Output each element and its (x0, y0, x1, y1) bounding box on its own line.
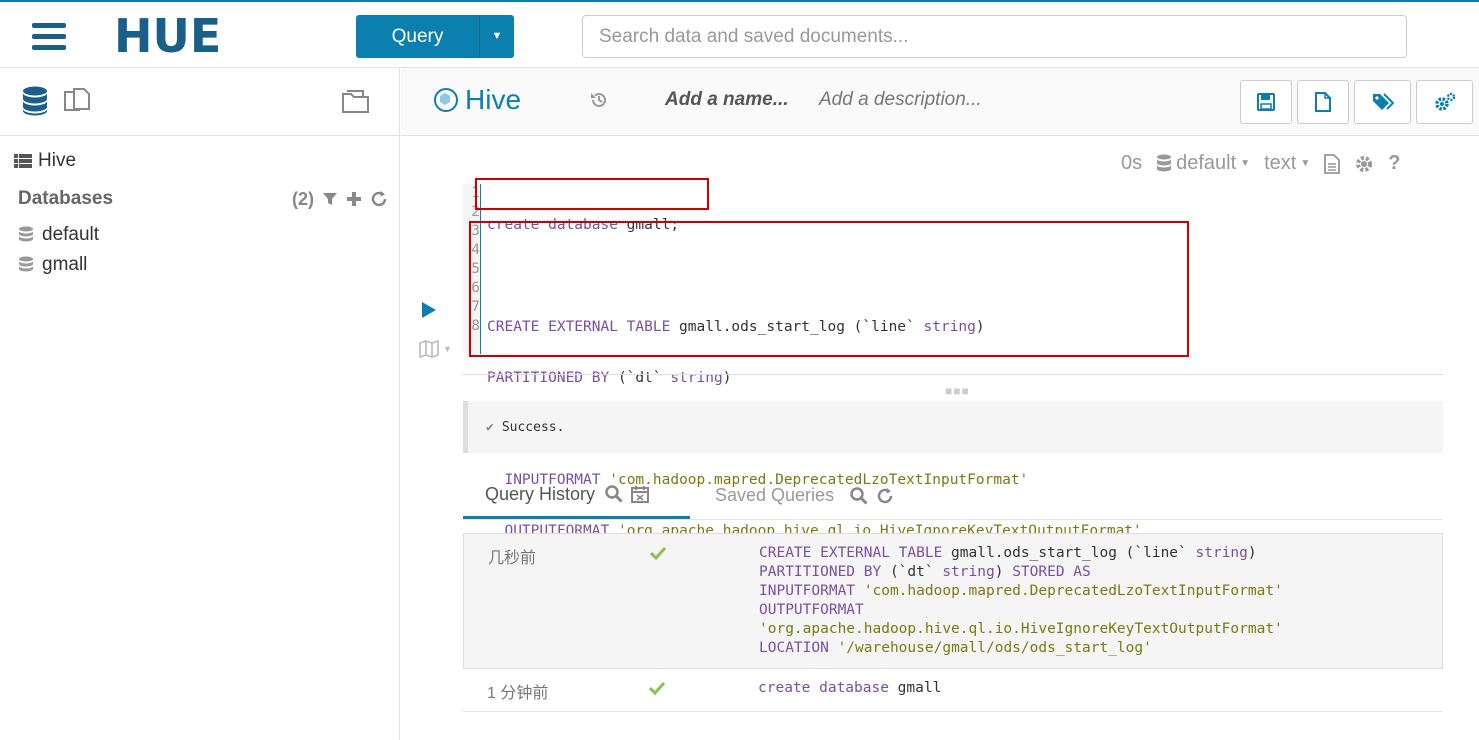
execution-time: 0s (1121, 152, 1143, 174)
map-icon-shape (419, 340, 439, 358)
history-query[interactable]: CREATE EXTERNAL TABLE gmall.ods_start_lo… (759, 544, 1283, 658)
check-icon (648, 681, 666, 700)
hive-icon (434, 88, 458, 112)
table-icon (14, 154, 32, 168)
editor-type-label: Hive (465, 84, 522, 115)
tab-query-history[interactable]: Query History (463, 472, 690, 519)
check-icon-shape (648, 681, 666, 696)
history-query[interactable]: create database gmall (758, 679, 941, 698)
tree-root-hive[interactable]: Hive (14, 150, 76, 172)
hamburger-icon[interactable] (32, 23, 66, 50)
editor-divider (463, 374, 1443, 375)
highlight-box (469, 221, 1189, 357)
database-icon (1157, 154, 1172, 171)
check-icon (649, 546, 667, 565)
database-selector-label[interactable]: default (1176, 152, 1236, 175)
gear-icon[interactable] (1354, 154, 1374, 174)
highlight-box (475, 178, 709, 210)
chevron-down-icon[interactable]: ▼ (443, 344, 452, 354)
database-item-label[interactable]: default (42, 224, 99, 246)
code-editor[interactable]: 1 2 3 4 5 6 7 8 create database gmall; C… (463, 178, 1443, 590)
settings-icon (1434, 92, 1455, 111)
editor-type-title: Hive (433, 84, 521, 116)
refresh-icon[interactable] (876, 487, 894, 505)
save-button[interactable] (1240, 80, 1292, 124)
chevron-down-icon[interactable]: ▼ (480, 15, 514, 58)
hue-logo[interactable]: HUE (114, 14, 250, 58)
settings-button[interactable] (1416, 80, 1473, 124)
editor-main: Hive Add a name... Add a description... … (401, 68, 1479, 740)
format-selector-label[interactable]: text (1264, 152, 1296, 175)
new-document-icon (1315, 92, 1331, 112)
database-icon (19, 226, 33, 242)
refresh-icon[interactable] (370, 190, 388, 208)
question-icon[interactable]: ? (1388, 152, 1400, 175)
folder-icon[interactable] (340, 86, 372, 116)
format-selector[interactable]: text ▼ (1264, 152, 1310, 175)
tags-icon (1372, 93, 1394, 110)
status-message: ✔ Success. (463, 401, 1443, 453)
filter-icon[interactable] (322, 191, 338, 207)
code-line-4: PARTITIONED BY (`dt` string) (487, 370, 732, 386)
document-description-input[interactable]: Add a description... (819, 89, 982, 111)
databases-title: Databases (18, 188, 114, 209)
save-icon (1257, 93, 1275, 111)
tags-button[interactable] (1354, 80, 1411, 124)
editor-header: Hive Add a name... Add a description... (401, 68, 1479, 136)
snippet-toolbar: 0s default ▼ text ▼ ? (1121, 152, 1400, 175)
history-row[interactable]: 1 分钟前 create database gmall (463, 669, 1443, 712)
database-item-label[interactable]: gmall (42, 254, 87, 276)
assist-tabs (0, 68, 399, 136)
search-icon[interactable] (605, 485, 623, 503)
history-tabs: Query History Saved Queries (463, 472, 1443, 520)
tab-label[interactable]: Query History (485, 484, 595, 505)
database-selector[interactable]: default ▼ (1156, 152, 1250, 175)
chevron-down-icon[interactable]: ▼ (1240, 158, 1250, 169)
file-icon[interactable] (1324, 153, 1341, 174)
search-input[interactable] (582, 15, 1407, 58)
tab-saved-queries[interactable]: Saved Queries (715, 472, 894, 519)
database-icon (19, 256, 33, 272)
history-row[interactable]: 几秒前 CREATE EXTERNAL TABLE gmall.ods_star… (463, 533, 1443, 669)
database-item-default[interactable]: default (18, 224, 99, 246)
documents-icon[interactable] (62, 86, 92, 116)
play-icon[interactable] (422, 302, 436, 318)
check-icon: ✔ (486, 419, 494, 435)
history-icon[interactable] (589, 90, 609, 110)
database-icon[interactable] (22, 86, 48, 116)
calendar-icon[interactable] (631, 485, 650, 503)
map-icon[interactable]: ▼ (419, 340, 452, 358)
plus-icon[interactable] (346, 191, 362, 207)
tab-label[interactable]: Saved Queries (715, 485, 834, 506)
search-icon[interactable] (850, 486, 868, 505)
databases-count: (2) (292, 188, 314, 209)
databases-actions: (2) (292, 189, 388, 210)
new-document-button[interactable] (1297, 80, 1349, 124)
databases-header: Databases (2) (18, 188, 388, 210)
resize-handle[interactable]: ■■■ (945, 384, 970, 398)
history-time: 几秒前 (488, 550, 537, 567)
query-button[interactable]: Query ▼ (356, 15, 514, 58)
left-assist-panel: Hive Databases (2) default gmall (0, 68, 400, 740)
svg-text:HUE: HUE (114, 14, 221, 58)
chevron-down-icon[interactable]: ▼ (1300, 158, 1310, 169)
tree-root-label[interactable]: Hive (38, 150, 76, 172)
history-time: 1 分钟前 (487, 685, 549, 702)
document-name-input[interactable]: Add a name... (665, 89, 789, 111)
query-button-label[interactable]: Query (356, 15, 480, 58)
database-item-gmall[interactable]: gmall (18, 254, 87, 276)
check-icon-shape (649, 546, 667, 561)
top-bar: HUE Query ▼ (0, 0, 1479, 68)
status-text: Success. (501, 419, 565, 435)
